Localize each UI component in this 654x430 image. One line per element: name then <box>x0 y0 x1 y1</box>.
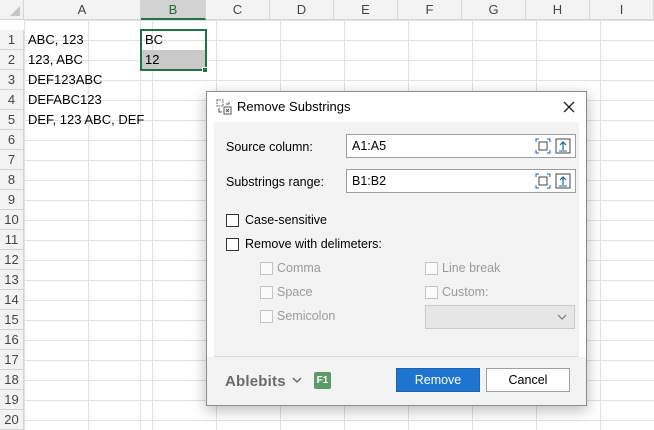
close-icon <box>563 101 575 113</box>
cell-a3[interactable]: DEF123ABC <box>25 70 102 90</box>
column-header-i[interactable]: I <box>590 0 654 20</box>
expand-selection-icon[interactable] <box>555 138 571 154</box>
row-header-6[interactable]: 6 <box>0 130 24 150</box>
chevron-down-icon <box>557 314 567 320</box>
custom-delimiter-dropdown[interactable] <box>425 305 575 329</box>
space-label: Space <box>277 285 313 299</box>
remove-substrings-dialog: Remove Substrings Source column: A1:A5 S… <box>206 91 587 406</box>
substrings-range-input[interactable]: B1:B2 <box>346 169 576 193</box>
column-header-f[interactable]: F <box>398 0 462 20</box>
row-header-3[interactable]: 3 <box>0 70 24 90</box>
row-header-15[interactable]: 15 <box>0 310 24 330</box>
row-header-19[interactable]: 19 <box>0 390 24 410</box>
row-header-5[interactable]: 5 <box>0 110 24 130</box>
row-header-10[interactable]: 10 <box>0 210 24 230</box>
row-header-18[interactable]: 18 <box>0 370 24 390</box>
column-header-d[interactable]: D <box>270 0 334 20</box>
row-header-1[interactable]: 1 <box>0 30 24 50</box>
select-range-icon[interactable] <box>535 173 551 189</box>
remove-button[interactable]: Remove <box>396 368 480 392</box>
column-header-b[interactable]: B <box>141 0 206 20</box>
remove-with-delimiters-label[interactable]: Remove with delimeters: <box>245 237 382 251</box>
chevron-down-icon[interactable] <box>291 374 303 386</box>
comma-label: Comma <box>277 261 321 275</box>
cell-a4[interactable]: DEFABC123 <box>25 90 102 110</box>
substrings-range-value: B1:B2 <box>352 174 387 188</box>
cell-a1[interactable]: ABC, 123 <box>25 30 84 50</box>
row-header-14[interactable]: 14 <box>0 290 24 310</box>
substrings-range-label: Substrings range: <box>226 175 324 189</box>
source-column-value: A1:A5 <box>352 139 387 153</box>
space-checkbox[interactable] <box>260 286 273 299</box>
column-header-g[interactable]: G <box>462 0 526 20</box>
row-header-9[interactable]: 9 <box>0 190 24 210</box>
options-panel: Source column: A1:A5 Substrings range: B… <box>214 122 579 357</box>
case-sensitive-checkbox[interactable] <box>226 214 239 227</box>
custom-label: Custom: <box>442 285 489 299</box>
row-header-20[interactable]: 20 <box>0 410 24 430</box>
select-range-icon[interactable] <box>535 138 551 154</box>
cell-a5[interactable]: DEF, 123 ABC, DEF <box>25 110 144 130</box>
column-header-e[interactable]: E <box>334 0 398 20</box>
help-f1-icon[interactable]: F1 <box>314 372 331 389</box>
row-header-12[interactable]: 12 <box>0 250 24 270</box>
cancel-button[interactable]: Cancel <box>486 368 570 392</box>
dialog-title: Remove Substrings <box>237 99 351 114</box>
fill-handle[interactable] <box>202 67 208 73</box>
row-header-7[interactable]: 7 <box>0 150 24 170</box>
row-header-11[interactable]: 11 <box>0 230 24 250</box>
source-column-input[interactable]: A1:A5 <box>346 134 576 158</box>
line-break-label: Line break <box>442 261 501 275</box>
ablebits-brand[interactable]: Ablebits <box>225 373 286 390</box>
column-header-a[interactable]: A <box>24 0 141 20</box>
custom-checkbox[interactable] <box>425 286 438 299</box>
row-header-16[interactable]: 16 <box>0 330 24 350</box>
dialog-titlebar[interactable]: Remove Substrings <box>207 92 586 122</box>
remove-substrings-icon <box>216 99 232 115</box>
source-column-label: Source column: <box>226 140 313 154</box>
selection-border <box>140 29 207 71</box>
row-header-17[interactable]: 17 <box>0 350 24 370</box>
column-header-c[interactable]: C <box>206 0 270 20</box>
remove-with-delimiters-checkbox[interactable] <box>226 238 239 251</box>
semicolon-label: Semicolon <box>277 309 336 323</box>
expand-selection-icon[interactable] <box>555 173 571 189</box>
row-header-13[interactable]: 13 <box>0 270 24 290</box>
line-break-checkbox[interactable] <box>425 262 438 275</box>
row-header-2[interactable]: 2 <box>0 50 24 70</box>
comma-checkbox[interactable] <box>260 262 273 275</box>
row-header-8[interactable]: 8 <box>0 170 24 190</box>
dialog-footer: Ablebits F1 Remove Cancel <box>207 357 586 405</box>
close-button[interactable] <box>556 94 582 120</box>
case-sensitive-label[interactable]: Case-sensitive <box>245 213 327 227</box>
column-header-h[interactable]: H <box>526 0 590 20</box>
cell-a2[interactable]: 123, ABC <box>25 50 83 70</box>
select-all-corner[interactable] <box>0 0 24 20</box>
semicolon-checkbox[interactable] <box>260 310 273 323</box>
row-header-4[interactable]: 4 <box>0 90 24 110</box>
